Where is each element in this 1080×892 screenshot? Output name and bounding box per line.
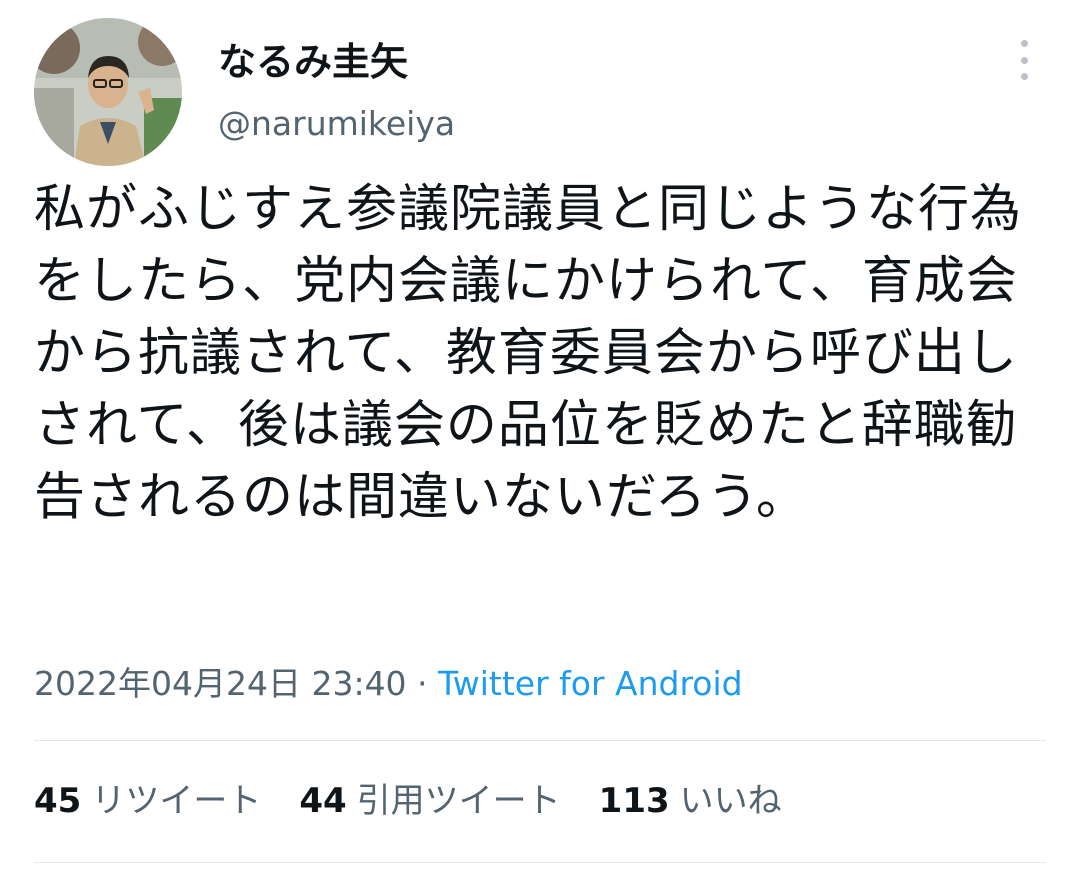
more-vertical-icon[interactable]	[1010, 40, 1038, 80]
more-dot	[1020, 56, 1028, 64]
tweet-source-link[interactable]: Twitter for Android	[438, 664, 743, 703]
tweet-header: なるみ圭矢 @narumikeiya	[34, 18, 1054, 168]
like-count[interactable]: 113 いいね	[599, 778, 782, 824]
tweet-detail: なるみ圭矢 @narumikeiya 私がふじすえ参議院議員と同じような行為をし…	[0, 0, 1080, 892]
stat-number: 44	[299, 781, 347, 821]
stat-label: いいね	[679, 781, 782, 821]
meta-separator: ·	[406, 664, 439, 703]
tweet-text: 私がふじすえ参議院議員と同じような行為をしたら、党内会議にかけられて、育成会から…	[34, 180, 1023, 527]
stat-label: リツイート	[91, 781, 262, 821]
tweet-meta: 2022年04月24日 23:40 · Twitter for Android	[34, 662, 743, 706]
stat-number: 45	[34, 781, 82, 821]
quote-tweet-count[interactable]: 44 引用ツイート	[299, 778, 560, 824]
divider	[34, 862, 1046, 863]
display-name[interactable]: なるみ圭矢	[218, 40, 408, 84]
stat-label: 引用ツイート	[356, 781, 561, 821]
tweet-timestamp[interactable]: 2022年04月24日 23:40	[34, 664, 407, 703]
stat-number: 113	[598, 781, 670, 821]
more-dot	[1020, 73, 1028, 80]
user-handle[interactable]: @narumikeiya	[218, 104, 455, 144]
more-dot	[1020, 40, 1028, 47]
tweet-stats: 45 リツイート 44 引用ツイート 113 いいね	[34, 778, 782, 824]
divider	[34, 740, 1046, 741]
retweet-count[interactable]: 45 リツイート	[34, 778, 261, 824]
avatar-image	[34, 18, 182, 166]
avatar[interactable]	[34, 18, 182, 166]
